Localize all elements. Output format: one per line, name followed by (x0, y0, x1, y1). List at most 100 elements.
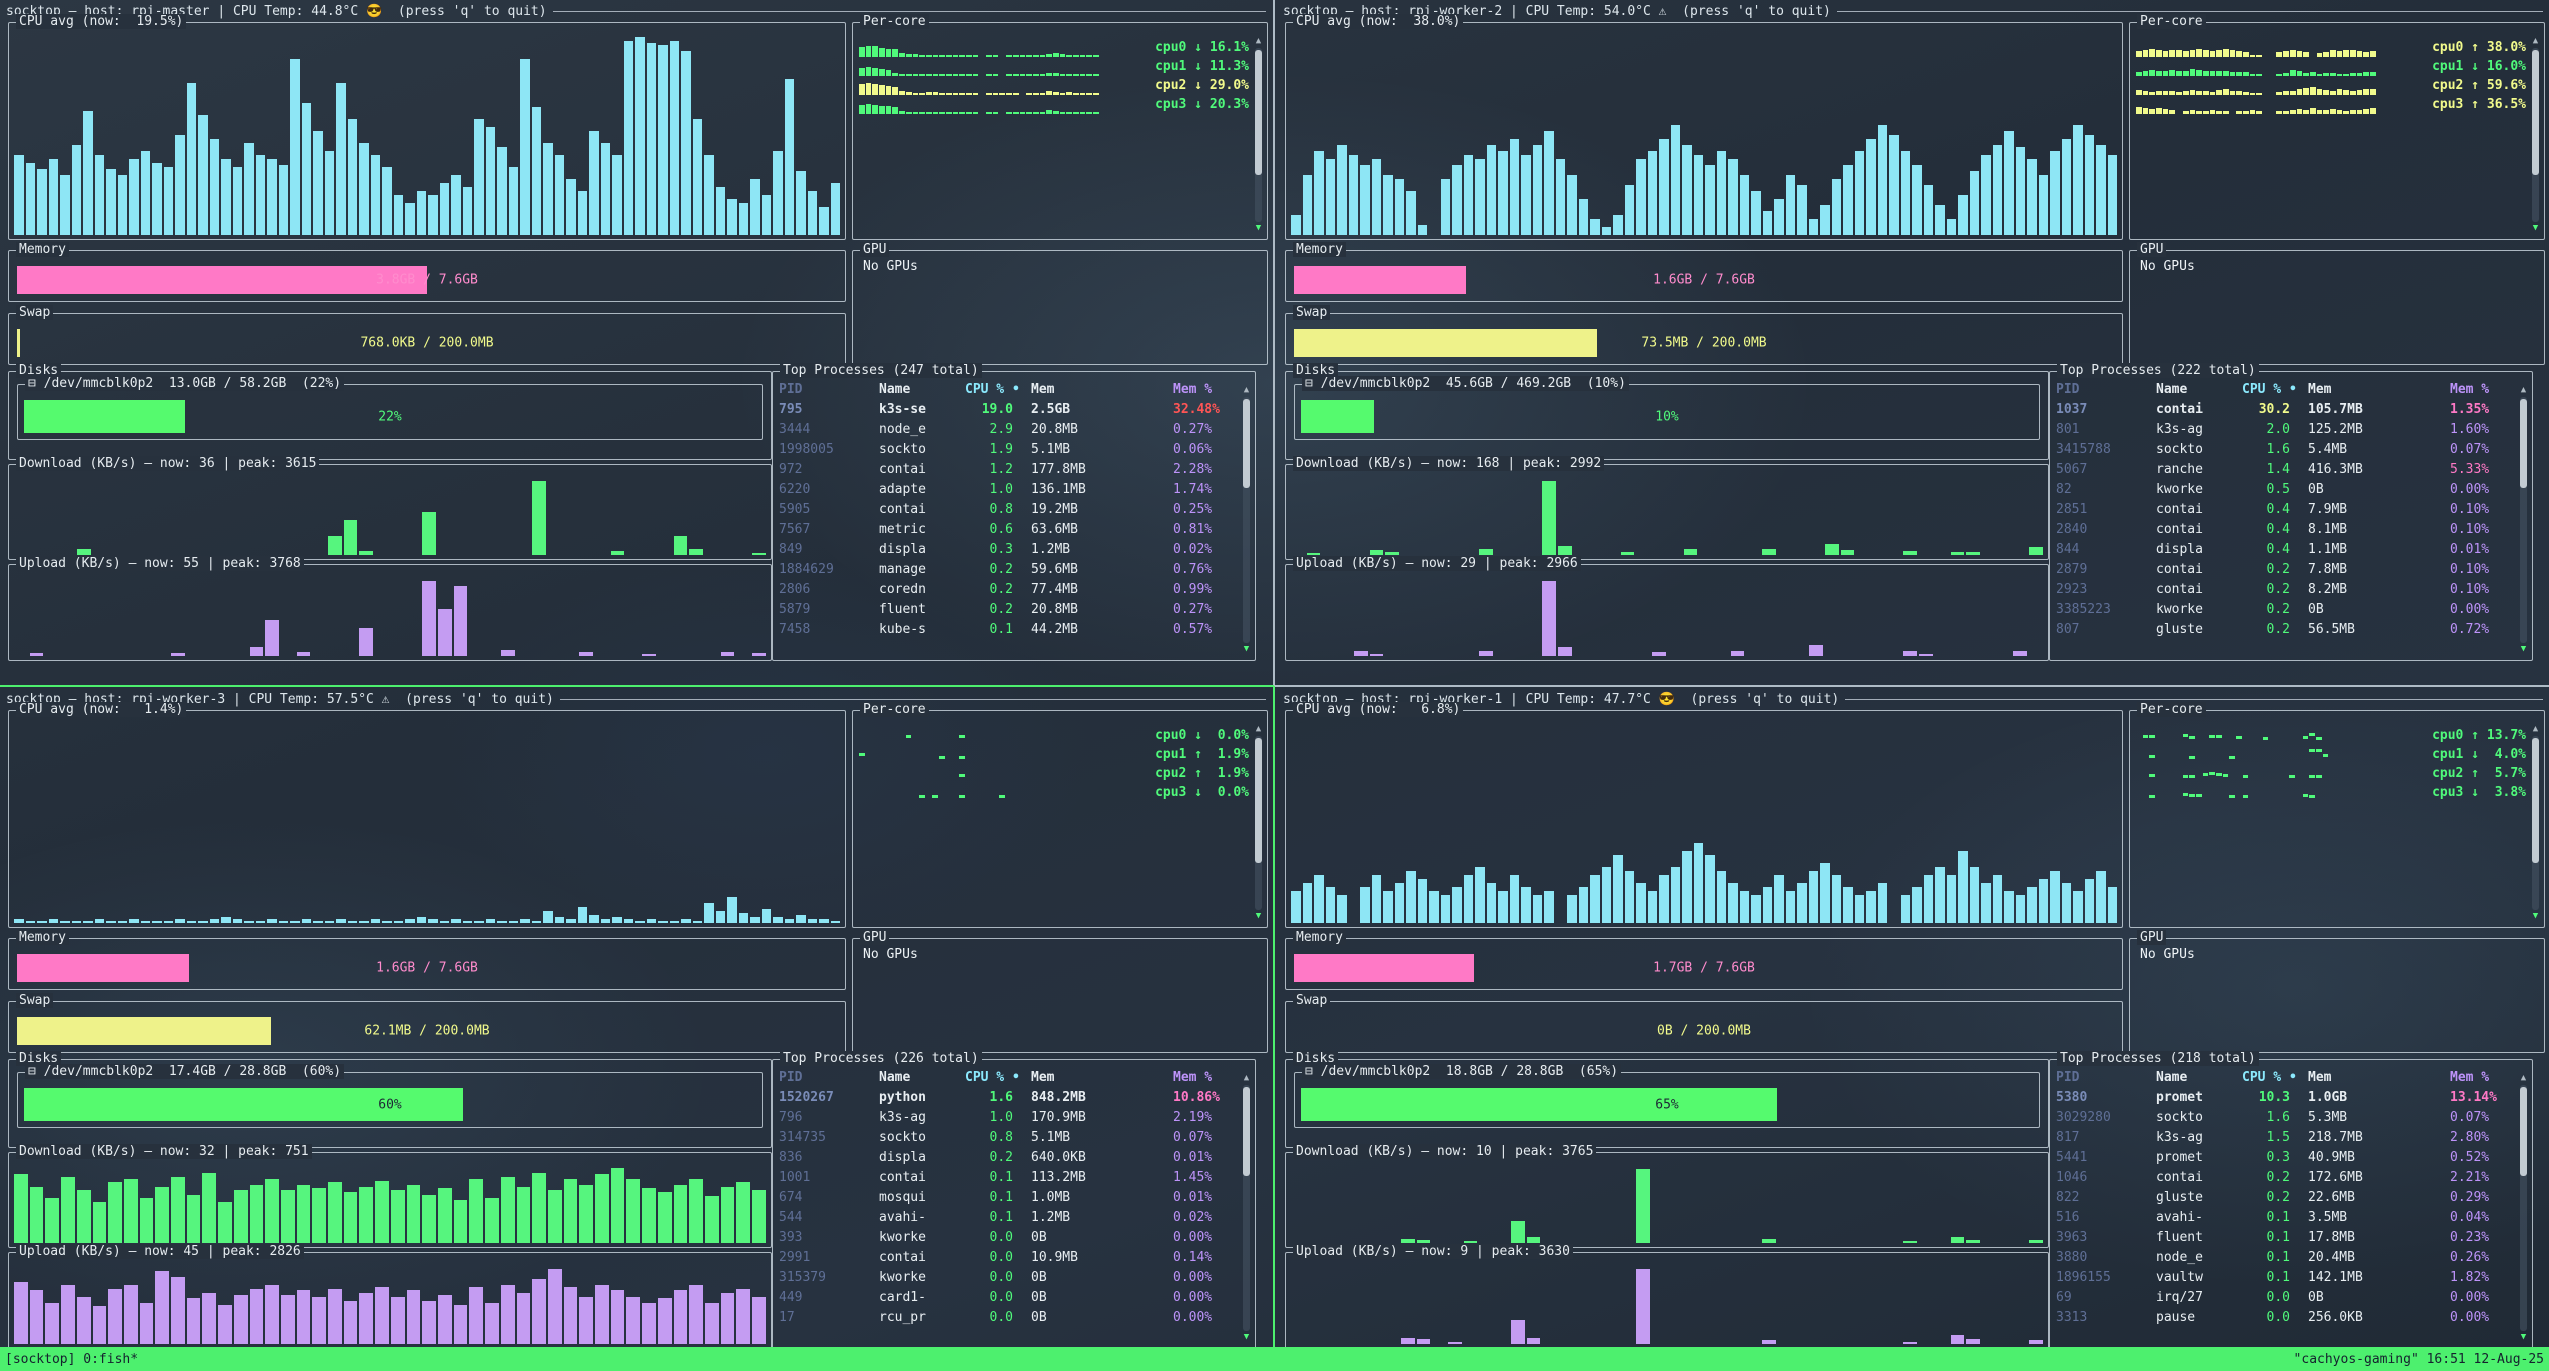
col-header-cpu[interactable]: CPU % • (2242, 1068, 2300, 1088)
process-row[interactable]: 2840contai0.48.1MB0.10% (2056, 520, 2512, 540)
scroll-up-icon[interactable]: ▲ (1256, 725, 1261, 734)
pane-divider-vertical-top[interactable] (1273, 0, 1275, 686)
process-row[interactable]: 801k3s-ag2.0125.2MB1.60% (2056, 420, 2512, 440)
process-row[interactable]: 2991contai0.010.9MB0.14% (779, 1248, 1235, 1268)
pane-rpi-worker-3[interactable]: socktop — host: rpi-worker-3 | CPU Temp:… (0, 688, 1272, 1348)
scroll-up-icon[interactable]: ▲ (1256, 37, 1261, 46)
scrollbar-track[interactable] (1255, 736, 1262, 910)
col-header-cpu[interactable]: CPU % • (2242, 380, 2300, 400)
scrollbar-thumb[interactable] (2520, 1087, 2527, 1176)
process-row[interactable]: 516avahi-0.13.5MB0.04% (2056, 1208, 2512, 1228)
process-row[interactable]: 5067ranche1.4416.3MB5.33% (2056, 460, 2512, 480)
process-row[interactable]: 5905contai0.819.2MB0.25% (779, 500, 1235, 520)
process-scrollbar[interactable]: ▲▼ (1241, 1074, 1252, 1342)
process-row[interactable]: 7567metric0.663.6MB0.81% (779, 520, 1235, 540)
process-row[interactable]: 7458kube-s0.144.2MB0.57% (779, 620, 1235, 640)
scroll-down-icon[interactable]: ▼ (1256, 912, 1261, 921)
per-core-scrollbar[interactable]: ▲▼ (2530, 37, 2541, 233)
process-row[interactable]: 17rcu_pr0.00B0.00% (779, 1308, 1235, 1328)
scroll-down-icon[interactable]: ▼ (1244, 1333, 1249, 1342)
process-row[interactable]: 2923contai0.28.2MB0.10% (2056, 580, 2512, 600)
process-row[interactable]: 1520267python1.6848.2MB10.86% (779, 1088, 1235, 1108)
process-row[interactable]: 315379kworke0.00B0.00% (779, 1268, 1235, 1288)
process-row[interactable]: 836displa0.2640.0KB0.01% (779, 1148, 1235, 1168)
process-row[interactable]: 449card1-0.00B0.00% (779, 1288, 1235, 1308)
col-header-mem[interactable]: Mem (1031, 380, 1165, 400)
process-row[interactable]: 1884629manage0.259.6MB0.76% (779, 560, 1235, 580)
col-header-memp[interactable]: Mem % (1173, 1068, 1235, 1088)
col-header-mem[interactable]: Mem (1031, 1068, 1165, 1088)
process-row[interactable]: 1046contai0.2172.6MB2.21% (2056, 1168, 2512, 1188)
col-header-pid[interactable]: PID (2056, 380, 2148, 400)
process-row[interactable]: 6220adapte1.0136.1MB1.74% (779, 480, 1235, 500)
process-row[interactable]: 544avahi-0.11.2MB0.02% (779, 1208, 1235, 1228)
process-row[interactable]: 3415788sockto1.65.4MB0.07% (2056, 440, 2512, 460)
scroll-up-icon[interactable]: ▲ (2521, 1074, 2526, 1083)
scroll-up-icon[interactable]: ▲ (2521, 386, 2526, 395)
process-row[interactable]: 2879contai0.27.8MB0.10% (2056, 560, 2512, 580)
process-row[interactable]: 972contai1.2177.8MB2.28% (779, 460, 1235, 480)
process-row[interactable]: 393kworke0.00B0.00% (779, 1228, 1235, 1248)
process-row[interactable]: 817k3s-ag1.5218.7MB2.80% (2056, 1128, 2512, 1148)
scrollbar-thumb[interactable] (1255, 50, 1262, 175)
process-row[interactable]: 3880node_e0.120.4MB0.26% (2056, 1248, 2512, 1268)
pane-divider-horizontal-right[interactable] (1275, 685, 2549, 687)
process-row[interactable]: 1998005sockto1.95.1MB0.06% (779, 440, 1235, 460)
col-header-cpu[interactable]: CPU % • (965, 1068, 1023, 1088)
scroll-down-icon[interactable]: ▼ (1244, 645, 1249, 654)
col-header-mem[interactable]: Mem (2308, 380, 2442, 400)
pane-divider-vertical-bottom-active[interactable] (1273, 686, 1275, 1347)
scrollbar-track[interactable] (2520, 1085, 2527, 1331)
scroll-up-icon[interactable]: ▲ (1244, 1074, 1249, 1083)
process-row[interactable]: 3029280sockto1.65.3MB0.07% (2056, 1108, 2512, 1128)
process-row[interactable]: 807gluste0.256.5MB0.72% (2056, 620, 2512, 640)
col-header-memp[interactable]: Mem % (1173, 380, 1235, 400)
process-row[interactable]: 82kworke0.50B0.00% (2056, 480, 2512, 500)
process-row[interactable]: 849displa0.31.2MB0.02% (779, 540, 1235, 560)
col-header-name[interactable]: Name (2156, 1068, 2234, 1088)
process-row[interactable]: 795k3s-se19.02.5GB32.48% (779, 400, 1235, 420)
scrollbar-thumb[interactable] (1243, 1087, 1250, 1176)
process-row[interactable]: 1037contai30.2105.7MB1.35% (2056, 400, 2512, 420)
process-row[interactable]: 1896155vaultw0.1142.1MB1.82% (2056, 1268, 2512, 1288)
col-header-name[interactable]: Name (2156, 380, 2234, 400)
pane-rpi-worker-2[interactable]: socktop — host: rpi-worker-2 | CPU Temp:… (1277, 0, 2549, 660)
status-left-session-window[interactable]: [socktop] 0:fish* (5, 1352, 138, 1367)
tmux-status-bar[interactable]: [socktop] 0:fish* "cachyos-gaming" 16:51… (0, 1347, 2549, 1371)
scroll-down-icon[interactable]: ▼ (2521, 645, 2526, 654)
process-row[interactable]: 3444node_e2.920.8MB0.27% (779, 420, 1235, 440)
scroll-down-icon[interactable]: ▼ (1256, 224, 1261, 233)
col-header-name[interactable]: Name (879, 1068, 957, 1088)
scroll-up-icon[interactable]: ▲ (1244, 386, 1249, 395)
col-header-memp[interactable]: Mem % (2450, 1068, 2512, 1088)
per-core-scrollbar[interactable]: ▲▼ (1253, 37, 1264, 233)
scrollbar-track[interactable] (2520, 397, 2527, 643)
scroll-up-icon[interactable]: ▲ (2533, 37, 2538, 46)
scroll-up-icon[interactable]: ▲ (2533, 725, 2538, 734)
process-row[interactable]: 3385223kworke0.20B0.00% (2056, 600, 2512, 620)
col-header-pid[interactable]: PID (779, 1068, 871, 1088)
process-row[interactable]: 796k3s-ag1.0170.9MB2.19% (779, 1108, 1235, 1128)
process-row[interactable]: 822gluste0.222.6MB0.29% (2056, 1188, 2512, 1208)
scrollbar-thumb[interactable] (1243, 399, 1250, 488)
scroll-down-icon[interactable]: ▼ (2533, 912, 2538, 921)
col-header-memp[interactable]: Mem % (2450, 380, 2512, 400)
process-row[interactable]: 5879fluent0.220.8MB0.27% (779, 600, 1235, 620)
col-header-pid[interactable]: PID (779, 380, 871, 400)
scrollbar-thumb[interactable] (2520, 399, 2527, 488)
process-row[interactable]: 3963fluent0.117.8MB0.23% (2056, 1228, 2512, 1248)
per-core-scrollbar[interactable]: ▲▼ (1253, 725, 1264, 921)
scroll-down-icon[interactable]: ▼ (2533, 224, 2538, 233)
scrollbar-track[interactable] (2532, 736, 2539, 910)
process-row[interactable]: 5441promet0.340.9MB0.52% (2056, 1148, 2512, 1168)
process-row[interactable]: 69irq/270.00B0.00% (2056, 1288, 2512, 1308)
process-scrollbar[interactable]: ▲▼ (2518, 386, 2529, 654)
process-row[interactable]: 5380promet10.31.0GB13.14% (2056, 1088, 2512, 1108)
scrollbar-track[interactable] (1255, 48, 1262, 222)
col-header-mem[interactable]: Mem (2308, 1068, 2442, 1088)
scrollbar-track[interactable] (1243, 397, 1250, 643)
process-scrollbar[interactable]: ▲▼ (1241, 386, 1252, 654)
scrollbar-thumb[interactable] (2532, 50, 2539, 175)
process-row[interactable]: 844displa0.41.1MB0.01% (2056, 540, 2512, 560)
col-header-name[interactable]: Name (879, 380, 957, 400)
